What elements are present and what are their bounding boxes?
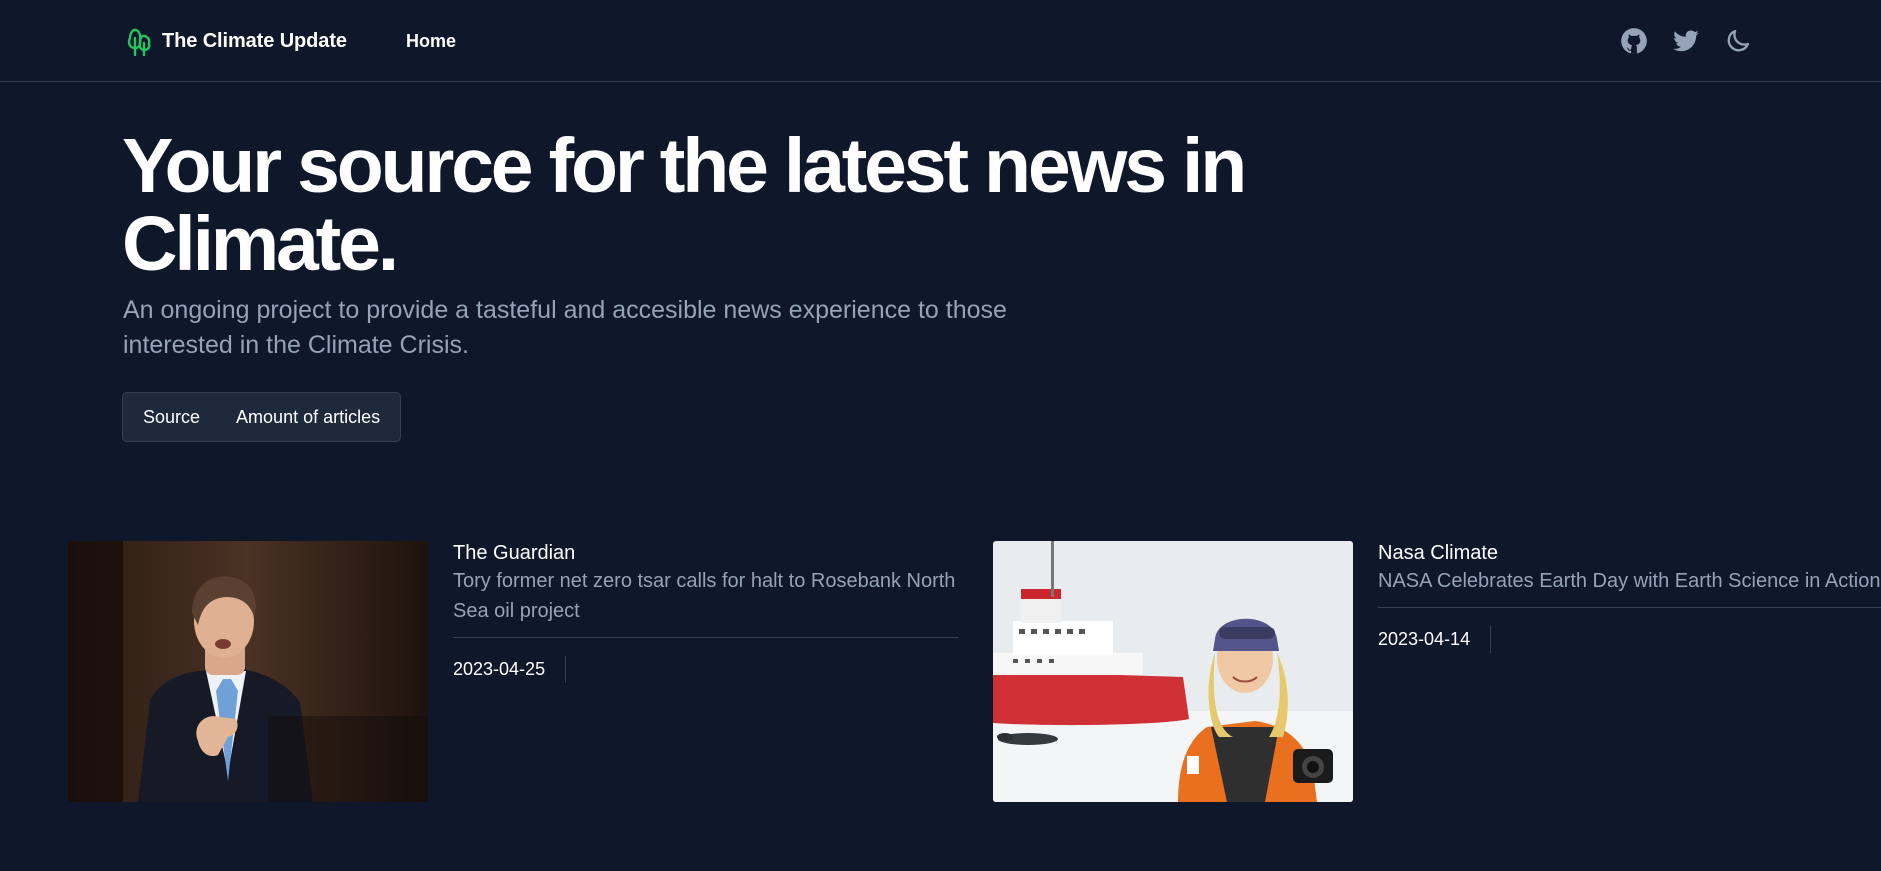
article-date: 2023-04-25 xyxy=(453,659,546,679)
navbar: The Climate Update Home xyxy=(0,0,1881,82)
sort-by-source-button[interactable]: Source xyxy=(143,407,200,428)
article-date: 2023-04-14 xyxy=(1378,629,1471,649)
article-divider xyxy=(453,637,959,638)
brand-name: The Climate Update xyxy=(162,29,347,52)
article-card[interactable]: Nasa Climate NASA Celebrates Earth Day w… xyxy=(993,541,1881,802)
meta-separator xyxy=(565,656,567,683)
article-image-speaker-photo[interactable] xyxy=(68,541,428,802)
hero-subtitle: An ongoing project to provide a tasteful… xyxy=(123,296,1007,359)
article-title-link[interactable]: NASA Celebrates Earth Day with Earth Sci… xyxy=(1378,566,1881,596)
nav-icon-group xyxy=(1620,27,1752,55)
hero-title: Your source for the latest news in Clima… xyxy=(122,123,1247,287)
article-source: Nasa Climate xyxy=(1378,542,1499,564)
sort-toggle-group: Source Amount of articles xyxy=(122,392,402,442)
github-icon[interactable] xyxy=(1620,27,1648,55)
twitter-icon[interactable] xyxy=(1672,27,1700,55)
sort-by-amount-button[interactable]: Amount of articles xyxy=(236,407,380,428)
article-info: The Guardian Tory former net zero tsar c… xyxy=(453,541,959,683)
nav-home-link[interactable]: Home xyxy=(406,31,456,52)
moon-icon[interactable] xyxy=(1724,27,1752,55)
article-meta: 2023-04-14 xyxy=(1378,626,1881,653)
article-source: The Guardian xyxy=(453,542,576,564)
brand-link[interactable]: The Climate Update xyxy=(126,26,347,56)
article-divider xyxy=(1378,607,1881,608)
article-title-link[interactable]: Tory former net zero tsar calls for halt… xyxy=(453,566,959,626)
article-meta: 2023-04-25 xyxy=(453,656,959,683)
article-info: Nasa Climate NASA Celebrates Earth Day w… xyxy=(1378,541,1881,653)
meta-separator xyxy=(1490,626,1492,653)
article-card[interactable]: The Guardian Tory former net zero tsar c… xyxy=(68,541,963,802)
tree-icon xyxy=(127,28,151,56)
article-image-arctic-ship-photo[interactable] xyxy=(993,541,1353,802)
